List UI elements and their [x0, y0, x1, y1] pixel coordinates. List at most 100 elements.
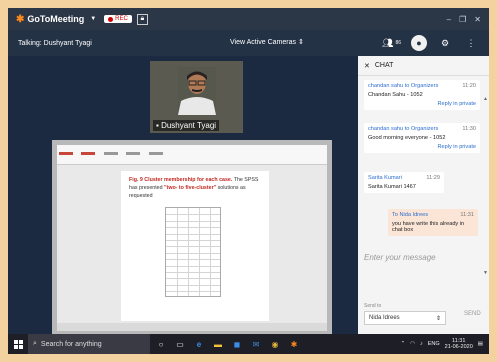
ribbon-tab [126, 152, 141, 155]
table-column-line [177, 208, 178, 296]
reply-in-private-link[interactable]: Reply in private [368, 144, 476, 150]
document-status-bar [57, 323, 327, 331]
chrome-icon[interactable]: ◉ [267, 336, 283, 352]
scroll-up-icon: ▲ [483, 96, 488, 102]
chat-message: chandan sahu to Organizers 11:20 Chandan … [364, 80, 480, 110]
start-button[interactable] [8, 334, 28, 354]
participant-name: Dushyant Tyagi [161, 121, 217, 130]
edge-icon[interactable]: e [191, 336, 207, 352]
record-label: REC [115, 16, 128, 22]
chat-bubble-icon: ● [416, 38, 422, 48]
reply-in-private-link[interactable]: Reply in private [368, 101, 476, 107]
gear-icon: ⚙ [440, 37, 450, 48]
send-to-label: Send to [364, 303, 382, 309]
notifications-icon[interactable]: ▤ [478, 341, 483, 347]
ribbon-tab [59, 152, 73, 155]
table-row-line [166, 259, 220, 261]
recipient-select[interactable]: Nida Idrees ⇕ [364, 311, 446, 325]
gotomeeting-taskbar-icon[interactable]: ✱ [286, 336, 302, 352]
message-sender: chandan sahu to Organizers [368, 126, 439, 132]
caption-highlight: "two- to five-cluster" [164, 184, 217, 191]
table-column-line [188, 208, 189, 296]
clock[interactable]: 11:31 21-06-2020 [445, 338, 473, 351]
document-ribbon [57, 145, 327, 165]
volume-icon[interactable]: ♪ [420, 341, 423, 347]
caption-figure-label: Fig. 9 Cluster membership for each case. [129, 177, 233, 183]
chat-scrollbar[interactable]: ▲ ▼ [483, 96, 488, 276]
table-row-line [166, 272, 220, 273]
table-row-line [166, 252, 220, 254]
chat-message-own: To Nida Idrees 11:31 you have write this … [388, 209, 478, 236]
message-body: you have write this already in chat box [392, 221, 465, 233]
message-time: 11:30 [462, 126, 476, 132]
table-row-line [166, 220, 220, 222]
message-time: 11:31 [460, 212, 474, 218]
gotomeeting-logo-icon: ✱ [16, 13, 25, 25]
close-chat-icon[interactable]: ✕ [364, 62, 370, 70]
chevron-down-icon: ▼ [90, 16, 97, 22]
settings-button[interactable]: ⚙ [437, 35, 453, 51]
ribbon-tab [81, 152, 96, 155]
table-row-line [166, 233, 220, 235]
message-body: Good morning everyone - 1052 [368, 135, 446, 141]
table-column-line [210, 208, 211, 296]
message-recipient: To Nida Idrees [392, 212, 429, 218]
webcam-tile[interactable]: ▪ Dushyant Tyagi [150, 61, 243, 133]
search-placeholder: Search for anything [40, 340, 102, 348]
attendees-button[interactable]: 👥︎ 86 [382, 35, 401, 51]
view-active-cameras-button[interactable]: View Active Cameras ⇕ [230, 38, 304, 46]
table-row-line [166, 227, 220, 229]
participant-name-label: ▪ Dushyant Tyagi [153, 120, 220, 131]
table-column-line [199, 208, 200, 296]
table-row-line [166, 284, 220, 286]
record-button[interactable]: REC [104, 15, 132, 23]
video-area: ▪ Dushyant Tyagi Fig. 9 Cluster membersh… [8, 56, 358, 334]
message-body: Sarita Kumari 1467 [368, 184, 416, 190]
ribbon-tab [148, 152, 163, 155]
store-icon[interactable]: ◼ [229, 336, 245, 352]
ribbon-tab [103, 152, 118, 155]
more-options-button[interactable]: ⋮ [463, 35, 479, 51]
table-row-line [166, 278, 220, 280]
table-row-line [166, 246, 220, 248]
system-tray: ⌃ ◠ ♪ ENG 11:31 21-06-2020 ▤ [401, 338, 489, 351]
task-view-icon[interactable]: ▭ [172, 336, 188, 352]
toolbar-icons: 👥︎ 86 ● ⚙ ⋮ [382, 35, 479, 51]
table-row-line [166, 240, 220, 241]
minimize-button[interactable]: – [447, 15, 451, 24]
lock-icon: 🔒︎ [140, 15, 145, 22]
taskbar-search[interactable]: ⌕ Search for anything [28, 334, 150, 354]
chat-toggle-button[interactable]: ● [411, 35, 427, 51]
send-button[interactable]: SEND [464, 311, 481, 317]
meeting-toolbar: Talking: Dushyant Tyagi View Active Came… [8, 30, 489, 56]
file-explorer-icon[interactable]: ▬ [210, 336, 226, 352]
chat-title: CHAT [374, 62, 394, 69]
mic-icon: ▪ [156, 121, 159, 130]
scroll-down-icon: ▼ [483, 270, 488, 276]
participant-video-image [178, 67, 216, 115]
cortana-icon[interactable]: ○ [153, 336, 169, 352]
chevron-up-icon[interactable]: ⌃ [401, 341, 406, 347]
message-time: 11:20 [462, 83, 476, 89]
lock-meeting-button[interactable]: 🔒︎ [136, 13, 148, 25]
wifi-icon[interactable]: ◠ [410, 341, 415, 347]
chat-panel: ✕ CHAT chandan sahu to Organizers 11:20 C… [358, 56, 489, 334]
chat-message-input[interactable]: Enter your message [364, 253, 436, 262]
chat-header: ✕ CHAT [358, 56, 489, 76]
more-dots-icon: ⋮ [466, 37, 476, 48]
figure-caption: Fig. 9 Cluster membership for each case.… [129, 177, 261, 201]
language-indicator[interactable]: ENG [428, 341, 440, 347]
app-logo[interactable]: ✱ GoToMeeting ▼ [16, 14, 96, 25]
sort-arrows-icon: ⇕ [297, 39, 304, 46]
cluster-membership-table [165, 207, 221, 297]
view-active-cameras-label: View Active Cameras [230, 39, 297, 46]
restore-button[interactable]: ❐ [459, 15, 466, 24]
window-controls: – ❐ ✕ [447, 15, 481, 24]
mail-icon[interactable]: ✉ [248, 336, 264, 352]
people-icon: 👥︎ [382, 37, 394, 48]
table-row-line [166, 214, 220, 216]
close-window-button[interactable]: ✕ [474, 15, 481, 24]
screen-share-view: Fig. 9 Cluster membership for each case.… [52, 140, 332, 334]
message-time: 11:29 [426, 175, 440, 181]
windows-taskbar: ⌕ Search for anything ○ ▭ e ▬ ◼ ✉ ◉ ✱ ⌃ … [8, 334, 489, 354]
